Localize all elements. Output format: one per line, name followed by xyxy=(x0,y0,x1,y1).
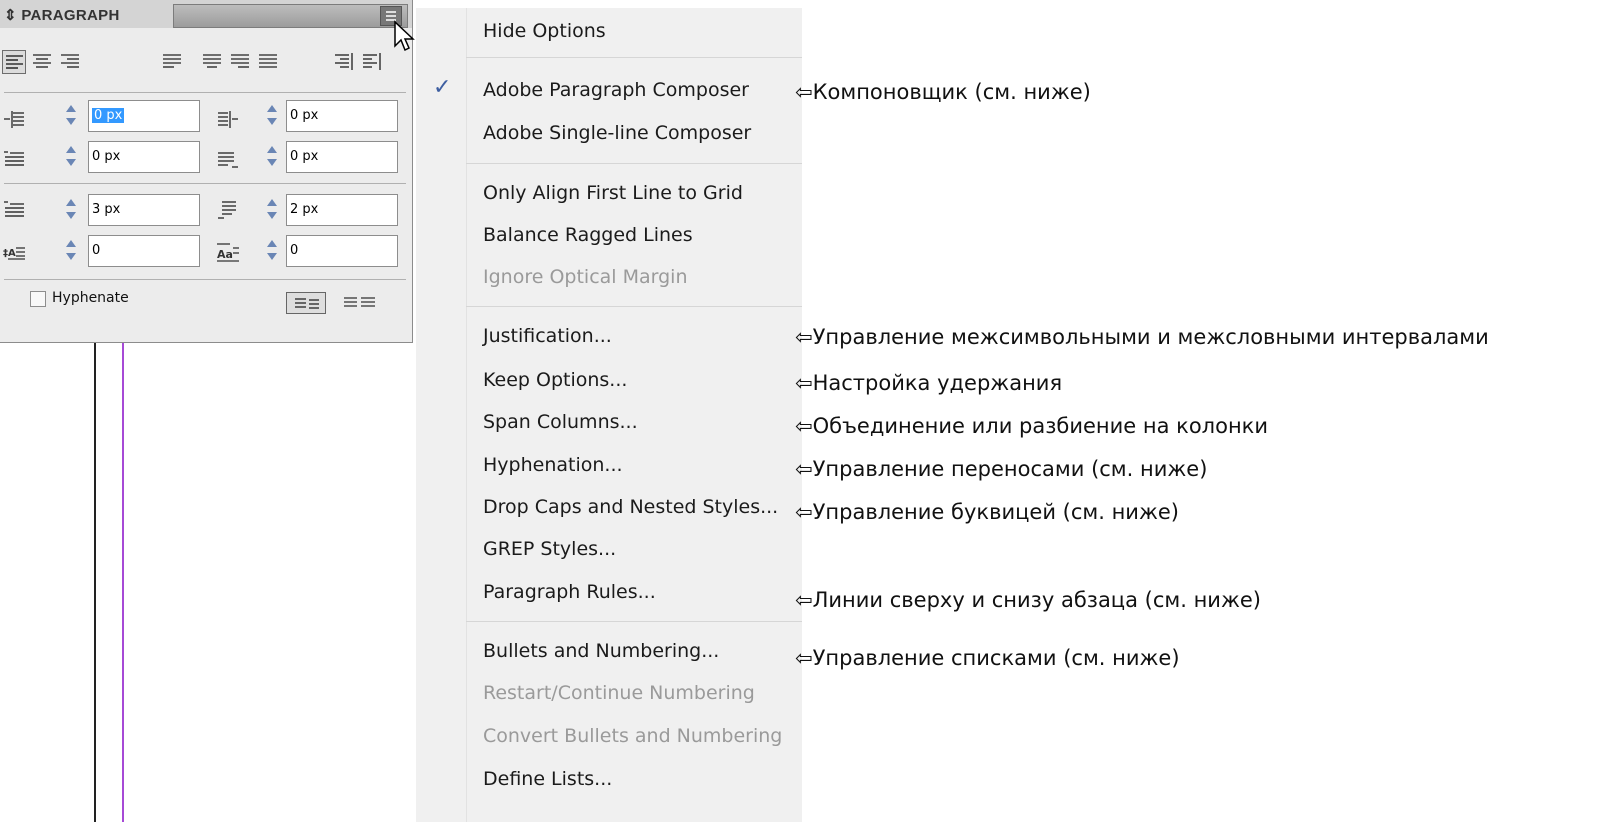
left-indent-value: 0 px xyxy=(92,108,125,123)
menu-item-convert-bullets: Convert Bullets and Numbering xyxy=(483,725,783,747)
menu-separator xyxy=(466,621,802,622)
last-line-indent-stepper[interactable] xyxy=(265,143,279,171)
drop-cap-lines-stepper[interactable] xyxy=(64,237,78,265)
margin-guide-line xyxy=(122,343,124,822)
panel-title: ⇕ PARAGRAPH xyxy=(4,7,120,24)
menu-item-ignore-optical-margin: Ignore Optical Margin xyxy=(483,266,688,288)
space-before-stepper[interactable] xyxy=(64,196,78,224)
space-after-icon xyxy=(218,201,236,219)
align-to-baseline-button[interactable] xyxy=(342,293,378,313)
space-before-icon xyxy=(4,201,24,217)
drop-cap-chars-field[interactable]: 0 xyxy=(286,235,398,267)
align-center-button[interactable] xyxy=(30,50,54,74)
menu-item-single-line-composer[interactable]: Adobe Single-line Composer xyxy=(483,122,751,144)
menu-item-align-first-line-grid[interactable]: Only Align First Line to Grid xyxy=(483,182,743,204)
menu-item-restart-numbering: Restart/Continue Numbering xyxy=(483,682,755,704)
align-left-button[interactable] xyxy=(2,50,26,74)
right-indent-stepper[interactable] xyxy=(265,102,279,130)
space-after-field[interactable]: 2 px xyxy=(286,194,398,226)
menu-item-hide-options[interactable]: Hide Options xyxy=(483,20,606,42)
right-indent-field[interactable]: 0 px xyxy=(286,100,398,132)
menu-item-justification[interactable]: Justification... xyxy=(483,325,612,347)
right-indent-icon xyxy=(218,111,238,128)
menu-separator xyxy=(466,306,802,307)
menu-item-balance-ragged-lines[interactable]: Balance Ragged Lines xyxy=(483,224,693,246)
last-line-indent-icon xyxy=(218,152,238,168)
panel-tab-bar[interactable] xyxy=(173,4,408,28)
panel-divider xyxy=(4,279,406,280)
annotation-drop-caps: ⇦Управление буквицей (см. ниже) xyxy=(795,500,1179,524)
first-line-indent-stepper[interactable] xyxy=(64,143,78,171)
page-edge-line xyxy=(94,343,96,822)
annotation-keep-options: ⇦Настройка удержания xyxy=(795,371,1063,395)
drop-cap-lines-icon: ‡A xyxy=(3,247,25,260)
first-line-indent-icon xyxy=(4,151,24,166)
justify-right-button[interactable] xyxy=(228,50,252,74)
menu-separator xyxy=(466,57,802,58)
svg-text:Aa: Aa xyxy=(217,248,233,261)
panel-header: ⇕ PARAGRAPH xyxy=(0,0,412,28)
menu-item-span-columns[interactable]: Span Columns... xyxy=(483,411,638,433)
last-line-indent-field[interactable]: 0 px xyxy=(286,141,398,173)
left-indent-icon xyxy=(4,111,24,128)
panel-divider xyxy=(4,92,406,93)
menu-separator xyxy=(466,163,802,164)
justify-all-button[interactable] xyxy=(256,50,280,74)
align-right-button[interactable] xyxy=(58,50,82,74)
menu-item-paragraph-rules[interactable]: Paragraph Rules... xyxy=(483,581,656,603)
justify-center-button[interactable] xyxy=(200,50,224,74)
left-indent-field[interactable]: 0 px xyxy=(88,100,200,132)
drop-cap-chars-icon: Aa xyxy=(217,243,239,262)
align-toward-spine-button[interactable] xyxy=(332,50,356,74)
menu-item-keep-options[interactable]: Keep Options... xyxy=(483,369,627,391)
space-after-stepper[interactable] xyxy=(265,196,279,224)
panel-title-text: PARAGRAPH xyxy=(21,7,120,24)
annotation-bullets: ⇦Управление списками (см. ниже) xyxy=(795,646,1180,670)
paragraph-panel: ⇕ PARAGRAPH 0 px 0 px 0 px 0 px 3 px 2 p… xyxy=(0,0,413,343)
justify-left-button[interactable] xyxy=(160,50,184,74)
align-away-from-spine-button[interactable] xyxy=(360,50,384,74)
drop-cap-chars-stepper[interactable] xyxy=(265,237,279,265)
annotation-justification: ⇦Управление межсимвольными и межсловными… xyxy=(795,325,1489,349)
first-line-indent-field[interactable]: 0 px xyxy=(88,141,200,173)
menu-item-drop-caps-nested-styles[interactable]: Drop Caps and Nested Styles... xyxy=(483,496,778,518)
hyphenate-checkbox[interactable] xyxy=(30,291,46,307)
drop-cap-lines-field[interactable]: 0 xyxy=(88,235,200,267)
menu-item-bullets-numbering[interactable]: Bullets and Numbering... xyxy=(483,640,719,662)
annotation-paragraph-rules: ⇦Линии сверху и снизу абзаца (см. ниже) xyxy=(795,588,1261,612)
do-not-align-to-baseline-button[interactable] xyxy=(286,292,326,314)
menu-item-grep-styles[interactable]: GREP Styles... xyxy=(483,538,616,560)
menu-item-hyphenation[interactable]: Hyphenation... xyxy=(483,454,623,476)
svg-text:‡A: ‡A xyxy=(3,248,16,259)
menu-item-paragraph-composer[interactable]: Adobe Paragraph Composer xyxy=(483,79,749,101)
hyphenate-label: Hyphenate xyxy=(52,290,129,306)
space-before-field[interactable]: 3 px xyxy=(88,194,200,226)
panel-divider xyxy=(4,183,406,184)
annotation-span-columns: ⇦Объединение или разбиение на колонки xyxy=(795,414,1269,438)
left-indent-stepper[interactable] xyxy=(64,102,78,130)
annotation-composer: ⇦Компоновщик (см. ниже) xyxy=(795,80,1091,104)
menu-item-define-lists[interactable]: Define Lists... xyxy=(483,768,612,790)
annotation-hyphenation: ⇦Управление переносами (см. ниже) xyxy=(795,457,1208,481)
menu-items-container: Hide Options Adobe Paragraph Composer Ad… xyxy=(416,0,802,822)
